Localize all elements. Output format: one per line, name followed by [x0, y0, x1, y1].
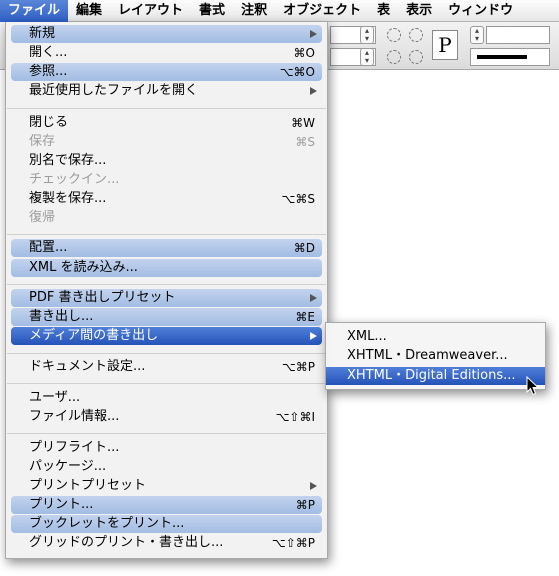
menu-item-package[interactable]: パッケージ... — [6, 458, 327, 476]
menu-item-label: XML を読み込み... — [29, 260, 138, 275]
menu-item-pdf-export-presets[interactable]: PDF 書き出しプリセット — [11, 289, 322, 307]
stepper-icon[interactable]: ▴ ▾ — [360, 48, 374, 66]
menu-item-export[interactable]: 書き出し... ⌘E — [11, 308, 322, 326]
flip-icon[interactable] — [409, 50, 423, 64]
menu-shortcut: ⌥⇧⌘I — [275, 410, 315, 424]
menu-separator — [7, 234, 326, 235]
menu-item-label: プリント... — [29, 497, 94, 512]
menu-item-label: 配置... — [29, 240, 68, 255]
menu-item-close[interactable]: 閉じる ⌘W — [6, 114, 327, 132]
submenu-item-xhtml-dreamweaver[interactable]: XHTML・Dreamweaver... — [326, 347, 545, 365]
menu-item-user[interactable]: ユーザ... — [6, 389, 327, 407]
menubar-edit[interactable]: 編集 — [68, 0, 110, 22]
menubar-notes[interactable]: 注釈 — [233, 0, 275, 22]
menu-separator — [7, 383, 326, 384]
menu-item-label: パッケージ... — [29, 459, 107, 474]
menu-item-check-in[interactable]: チェックイン... — [6, 171, 327, 189]
menu-item-label: 新規 — [29, 26, 56, 41]
menu-shortcut: ⌘D — [293, 241, 315, 255]
menu-shortcut: ⌥⌘O — [279, 65, 315, 79]
file-menu: 新規 開く... ⌘O 参照... ⌥⌘O 最近使用したファイルを開く 閉じる ⌘W … — [5, 22, 328, 559]
menubar-table[interactable]: 表 — [369, 0, 398, 22]
menu-item-print[interactable]: プリント... ⌘P — [11, 496, 322, 514]
menu-item-label: 復帰 — [29, 210, 56, 225]
menu-item-revert[interactable]: 復帰 — [6, 209, 327, 227]
menu-item-import-xml[interactable]: XML を読み込み... — [11, 259, 322, 277]
cross-media-export-submenu: XML... XHTML・Dreamweaver... XHTML・Digita… — [325, 322, 546, 390]
submenu-arrow-icon — [310, 332, 317, 340]
menu-item-label: 最近使用したファイルを開く — [29, 83, 199, 98]
menubar-object[interactable]: オブジェクト — [275, 0, 369, 22]
menu-item-label: PDF 書き出しプリセット — [29, 290, 176, 305]
menu-item-label: メディア間の書き出し — [29, 328, 159, 343]
menu-item-save[interactable]: 保存 ⌘S — [6, 133, 327, 151]
menu-item-label: ユーザ... — [29, 390, 81, 405]
submenu-item-xml[interactable]: XML... — [326, 328, 545, 346]
menu-item-label: 開く... — [29, 45, 68, 60]
stroke-weight-field[interactable] — [486, 26, 550, 44]
flip-icon[interactable] — [387, 50, 401, 64]
submenu-arrow-icon — [310, 30, 317, 38]
submenu-arrow-icon — [310, 294, 317, 302]
menu-item-open[interactable]: 開く... ⌘O — [6, 44, 327, 62]
menu-shortcut: ⌘O — [293, 46, 315, 60]
mouse-pointer-icon — [526, 376, 540, 396]
menu-shortcut: ⌘P — [295, 498, 315, 512]
menu-separator — [7, 284, 326, 285]
menu-item-new[interactable]: 新規 — [11, 25, 322, 43]
menu-item-print-presets[interactable]: プリントプリセット — [6, 477, 327, 495]
menu-item-preflight[interactable]: プリフライト... — [6, 439, 327, 457]
menu-shortcut: ⌥⌘S — [281, 192, 315, 206]
menu-item-label: XHTML・Dreamweaver... — [347, 348, 508, 363]
menu-item-label: チェックイン... — [29, 172, 120, 187]
menu-item-file-info[interactable]: ファイル情報... ⌥⇧⌘I — [6, 408, 327, 426]
menu-separator — [7, 108, 326, 109]
menu-shortcut: ⌥⇧⌘P — [271, 536, 315, 550]
menu-item-open-recent[interactable]: 最近使用したファイルを開く — [6, 82, 327, 100]
menu-item-save-as[interactable]: 別名で保存... — [6, 152, 327, 170]
menu-item-cross-media-export[interactable]: メディア間の書き出し — [11, 327, 322, 345]
menu-separator — [7, 353, 326, 354]
rotate-icon[interactable] — [387, 28, 401, 42]
submenu-arrow-icon — [310, 87, 317, 95]
menu-item-label: 参照... — [29, 64, 68, 79]
stepper-icon[interactable]: ▴ ▾ — [470, 26, 484, 44]
menu-item-label: プリフライト... — [29, 440, 120, 455]
menubar-layout[interactable]: レイアウト — [110, 0, 191, 22]
menu-item-label: 書き出し... — [29, 309, 94, 324]
menu-item-label: 別名で保存... — [29, 153, 107, 168]
menu-shortcut: ⌘S — [295, 135, 315, 149]
submenu-item-xhtml-digital-editions[interactable]: XHTML・Digital Editions... — [326, 367, 545, 385]
menu-item-label: 保存 — [29, 134, 56, 149]
menu-shortcut: ⌘E — [295, 310, 315, 324]
stroke-type-select[interactable] — [470, 48, 550, 66]
menu-item-label: 複製を保存... — [29, 191, 107, 206]
menu-item-save-copy[interactable]: 複製を保存... ⌥⌘S — [6, 190, 327, 208]
menu-item-print-booklet[interactable]: ブックレットをプリント... — [11, 515, 322, 533]
menubar-view[interactable]: 表示 — [398, 0, 440, 22]
menubar-file[interactable]: ファイル — [0, 0, 69, 22]
menu-item-document-setup[interactable]: ドキュメント設定... ⌥⌘P — [6, 358, 327, 376]
menu-item-label: グリッドのプリント・書き出し... — [29, 535, 224, 550]
menu-shortcut: ⌥⌘P — [281, 360, 315, 374]
menu-item-label: XML... — [347, 329, 387, 344]
menu-item-label: 閉じる — [29, 115, 69, 130]
menu-item-label: ブックレットをプリント... — [29, 516, 185, 531]
menu-bar: ファイル 編集 レイアウト 書式 注釈 オブジェクト 表 表示 ウィンドウ — [0, 0, 559, 22]
stepper-icon[interactable]: ▴ ▾ — [360, 26, 374, 44]
menu-item-label: プリントプリセット — [29, 478, 147, 493]
menu-shortcut: ⌘W — [291, 116, 315, 130]
menu-item-browse[interactable]: 参照... ⌥⌘O — [11, 63, 322, 81]
submenu-arrow-icon — [310, 482, 317, 490]
menubar-type[interactable]: 書式 — [191, 0, 233, 22]
menu-separator — [7, 433, 326, 434]
rotate-icon[interactable] — [409, 28, 423, 42]
paragraph-frame-icon[interactable]: P — [432, 30, 458, 60]
menubar-window[interactable]: ウィンドウ — [440, 0, 521, 22]
menu-item-grid-print-export[interactable]: グリッドのプリント・書き出し... ⌥⇧⌘P — [6, 534, 327, 552]
menu-item-place[interactable]: 配置... ⌘D — [11, 239, 322, 257]
menu-item-label: ファイル情報... — [29, 409, 120, 424]
menu-item-label: XHTML・Digital Editions... — [347, 368, 516, 383]
menu-item-label: ドキュメント設定... — [29, 359, 146, 374]
